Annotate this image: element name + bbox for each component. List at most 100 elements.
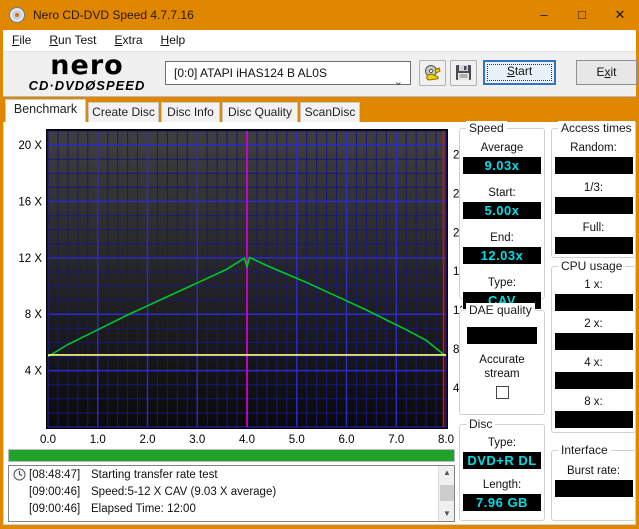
disc-fields: Type: DVD+R DL Length: 7.96 GB [460,425,544,511]
value-box: 5.00x [463,202,541,219]
nero-logo: nero CD·DVDØSPEED [28,50,146,93]
svg-text:8.0: 8.0 [438,434,454,446]
save-button[interactable] [450,60,477,86]
svg-text:16 X: 16 X [18,196,42,208]
field-length-: Length: 7.96 GB [460,478,544,511]
disc-group: Disc Type: DVD+R DL Length: 7.96 GB [459,417,545,521]
tab-benchmark[interactable]: Benchmark [5,99,86,122]
menu-item-help[interactable]: Help [152,30,195,52]
drive-selector[interactable]: [0:0] ATAPI iHAS124 B AL0S ⌄ [165,61,411,88]
value-box [554,197,633,214]
svg-text:7.0: 7.0 [388,434,404,446]
menu-item-file[interactable]: File [3,30,40,52]
value-box [554,237,633,254]
accurate-stream-checkbox[interactable] [495,386,509,399]
speed-fields: Average 9.03x Start: 5.00x End: 12.03x Type: CA… [460,129,544,309]
log-message: Elapsed Time: 12:00 [91,502,196,515]
log-message: Starting transfer rate test [91,468,218,481]
field-label: 1/3: [583,182,604,194]
field-8-x-: 8 x: [552,395,635,428]
scroll-down-icon[interactable]: ▼ [439,507,455,521]
field-end-: End: 12.03x [460,231,544,264]
scrollbar-thumb[interactable] [440,485,454,501]
progress-bar-fill [9,450,454,461]
log-timestamp: [08:48:47] [29,468,81,481]
title-bar: Nero CD-DVD Speed 4.7.7.16 – □ ✕ [0,0,639,30]
progress-bar [8,449,455,462]
menu-bar: File Run Test Extra Help [3,30,636,52]
log-timestamp: [09:00:46] [29,485,81,498]
svg-text:6.0: 6.0 [339,434,355,446]
access-times-group: Access times Random: 1/3: Full: [551,121,636,258]
field-label: 2 x: [584,318,603,330]
start-button[interactable]: Start [483,60,556,85]
log-scrollbar[interactable]: ▲ ▼ [438,466,454,521]
value-text: 7.96 GB [476,495,528,510]
field-label: End: [490,232,514,244]
close-button[interactable]: ✕ [601,0,639,30]
eject-disc-icon [425,65,441,81]
value-box [554,480,633,497]
tab-create-disc[interactable]: Create Disc [88,102,159,122]
log-lines: [08:48:47] Starting transfer rate test [09… [9,466,454,517]
tab-disc-quality[interactable]: Disc Quality [222,102,298,122]
field-2-x-: 2 x: [552,317,635,350]
dae-quality-value-box [467,327,537,344]
field-label: Random: [570,142,617,154]
log-panel: [08:48:47] Starting transfer rate test [09… [8,465,455,522]
dae-quality-group: DAE quality Accurate stream [459,303,545,415]
value-box: DVD+R DL [463,452,541,469]
value-box [554,411,633,428]
cpu-usage-group: CPU usage 1 x: 2 x: 4 x: 8 x: [551,259,636,433]
svg-text:5.0: 5.0 [289,434,305,446]
field-start-: Start: 5.00x [460,186,544,219]
value-text: 12.03x [480,248,524,263]
menu-item-run-test[interactable]: Run Test [40,30,105,52]
log-timestamp: [09:00:46] [29,502,81,515]
field-label: Full: [582,222,605,234]
field-label: Length: [482,479,522,491]
svg-text:2.0: 2.0 [140,434,156,446]
value-box [554,372,633,389]
log-line: [09:00:46] Elapsed Time: 12:00 [9,500,454,517]
field-type-: Type: DVD+R DL [460,436,544,469]
interface-group: Interface Burst rate: [551,443,636,521]
scroll-up-icon[interactable]: ▲ [439,466,455,480]
value-box [554,333,633,350]
field-random-: Random: [552,141,635,174]
tab-scandisc[interactable]: ScanDisc [300,102,360,122]
field-label: Average [480,142,524,154]
eject-disc-button[interactable] [419,60,446,86]
field-label: Start: [488,187,516,199]
maximize-button[interactable]: □ [563,0,601,30]
drive-selector-value: [0:0] ATAPI iHAS124 B AL0S [174,66,327,80]
speed-group: Speed Average 9.03x Start: 5.00x End: 12.03x T… [459,121,545,309]
value-box: 9.03x [463,157,541,174]
log-icon-spacer [13,485,29,498]
tab-bar: Benchmark Create Disc Disc Info Disc Qualit… [3,99,636,122]
log-line: [08:48:47] Starting transfer rate test [9,466,454,483]
log-message: Speed:5-12 X CAV (9.03 X average) [91,485,277,498]
field-1-3-: 1/3: [552,181,635,214]
value-box: 7.96 GB [463,494,541,511]
value-text: 9.03x [484,158,520,173]
field-full-: Full: [552,221,635,254]
value-text: DVD+R DL [467,453,537,468]
window-title: Nero CD-DVD Speed 4.7.7.16 [33,8,194,22]
svg-text:12 X: 12 X [18,253,42,265]
tab-disc-info[interactable]: Disc Info [161,102,220,122]
svg-text:4 X: 4 X [25,366,43,378]
field-burst-rate-: Burst rate: [552,464,635,497]
field-label: Type: [487,277,517,289]
log-line: [09:00:46] Speed:5-12 X CAV (9.03 X avera… [9,483,454,500]
cpu-usage-fields: 1 x: 2 x: 4 x: 8 x: [552,267,635,428]
exit-button[interactable]: Exit [576,60,637,85]
accurate-stream-label: Accurate stream [479,354,525,380]
field-label: 4 x: [584,357,603,369]
value-box [554,157,633,174]
svg-text:1.0: 1.0 [90,434,106,446]
log-icon-spacer [13,502,29,515]
menu-item-extra[interactable]: Extra [106,30,152,52]
chevron-down-icon: ⌄ [393,76,403,88]
minimize-button[interactable]: – [525,0,563,30]
